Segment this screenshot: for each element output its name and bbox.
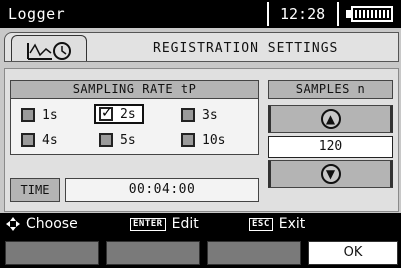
rate-option-label: 2s [120, 106, 136, 122]
clock: 12:28 [280, 5, 326, 23]
checkbox-icon[interactable] [21, 108, 35, 122]
navigate-arrows-icon [6, 217, 20, 231]
sampling-rate-options: 1s 2s 3s 4s 5s 10s [10, 99, 259, 155]
header-tab [11, 35, 87, 61]
page-title: REGISTRATION SETTINGS [153, 41, 339, 56]
settings-header: REGISTRATION SETTINGS [4, 32, 399, 62]
arrow-down-circle-icon: ▼ [320, 164, 341, 184]
hint-choose: Choose [6, 216, 78, 232]
hint-edit-label: Edit [171, 216, 199, 232]
rate-option-label: 10s [202, 132, 226, 148]
checkbox-icon[interactable] [21, 133, 35, 147]
status-divider [337, 2, 339, 26]
checkbox-icon[interactable] [181, 133, 195, 147]
checkbox-icon[interactable] [181, 108, 195, 122]
app-title: Logger [8, 5, 66, 23]
hint-exit-label: Exit [278, 216, 306, 232]
status-bar: Logger 12:28 [0, 0, 401, 28]
rate-option-label: 4s [42, 132, 58, 148]
sampling-rate-panel: SAMPLING RATE tP 1s 2s 3s 4s 5s 10s TIME… [10, 80, 259, 202]
battery-full-icon [351, 6, 393, 22]
enter-key-icon: ENTER [130, 217, 166, 231]
hint-choose-label: Choose [26, 216, 78, 232]
rate-option-1s[interactable]: 1s [18, 105, 64, 125]
rate-option-10s[interactable]: 10s [178, 130, 231, 150]
ok-button[interactable]: OK [308, 241, 398, 265]
samples-value-field[interactable]: 120 [268, 136, 393, 158]
softkey-1[interactable] [5, 241, 99, 265]
rate-option-2s[interactable]: 2s [94, 104, 144, 124]
samples-panel: SAMPLES n ▲ 120 ▼ [268, 80, 393, 200]
rate-option-label: 1s [42, 107, 58, 123]
rate-option-3s[interactable]: 3s [178, 105, 224, 125]
rate-option-5s[interactable]: 5s [96, 130, 142, 150]
softkey-3[interactable] [207, 241, 301, 265]
time-row: TIME 00:04:00 [10, 178, 259, 202]
checkbox-checked-icon[interactable] [99, 105, 113, 121]
rate-option-4s[interactable]: 4s [18, 130, 64, 150]
hint-exit: ESC Exit [249, 216, 305, 232]
samples-title: SAMPLES n [268, 80, 393, 99]
esc-key-icon: ESC [249, 217, 273, 231]
sampling-rate-title: SAMPLING RATE tP [10, 80, 259, 99]
status-divider [267, 2, 269, 26]
logger-clock-icon [27, 42, 71, 60]
samples-decrease-button[interactable]: ▼ [268, 160, 393, 188]
rate-option-label: 5s [120, 132, 136, 148]
hint-edit: ENTER Edit [130, 216, 199, 232]
time-label: TIME [10, 178, 60, 202]
checkbox-icon[interactable] [99, 133, 113, 147]
hint-bar: Choose ENTER Edit ESC Exit [0, 213, 401, 237]
arrow-up-circle-icon: ▲ [320, 109, 341, 129]
softkey-2[interactable] [106, 241, 200, 265]
softkey-bar: OK [0, 237, 401, 268]
rate-option-label: 3s [202, 107, 218, 123]
samples-increase-button[interactable]: ▲ [268, 105, 393, 133]
time-value: 00:04:00 [65, 178, 259, 202]
